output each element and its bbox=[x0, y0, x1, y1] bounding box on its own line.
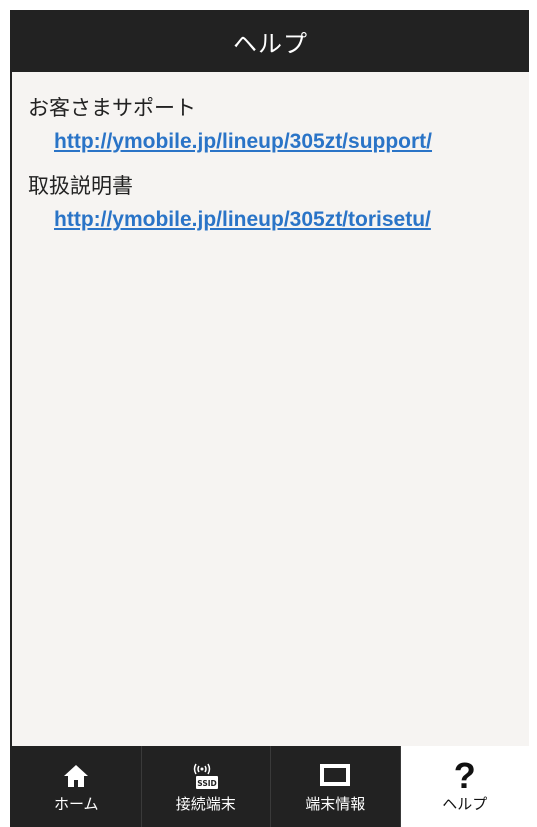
tab-connected-devices[interactable]: SSID 接続端末 bbox=[142, 746, 271, 827]
tab-home-label: ホーム bbox=[53, 794, 99, 813]
tab-help-label: ヘルプ bbox=[442, 794, 488, 813]
bottom-tab-bar: ホーム SSID 接続端末 端末情報 ? ヘルプ bbox=[12, 746, 529, 827]
home-icon bbox=[63, 761, 89, 791]
page-title: ヘルプ bbox=[233, 29, 308, 58]
tab-home[interactable]: ホーム bbox=[12, 746, 142, 827]
app-frame: ヘルプ お客さまサポート http://ymobile.jp/lineup/30… bbox=[10, 10, 529, 827]
tab-connected-devices-label: 接続端末 bbox=[175, 794, 236, 813]
tab-device-info[interactable]: 端末情報 bbox=[271, 746, 401, 827]
manual-link[interactable]: http://ymobile.jp/lineup/305zt/torisetu/ bbox=[54, 208, 431, 232]
header-bar: ヘルプ bbox=[12, 10, 529, 72]
manual-title: 取扱説明書 bbox=[28, 174, 133, 198]
manual-section: 取扱説明書 http://ymobile.jp/lineup/305zt/tor… bbox=[28, 170, 519, 232]
help-icon: ? bbox=[453, 754, 476, 796]
help-content: お客さまサポート http://ymobile.jp/lineup/305zt/… bbox=[28, 92, 519, 248]
ssid-icon-text: SSID bbox=[197, 779, 216, 788]
help-icon-glyph: ? bbox=[453, 754, 476, 796]
ssid-icon: SSID bbox=[188, 761, 224, 791]
support-section: お客さまサポート http://ymobile.jp/lineup/305zt/… bbox=[28, 92, 519, 154]
tab-device-info-label: 端末情報 bbox=[305, 794, 366, 813]
support-link[interactable]: http://ymobile.jp/lineup/305zt/support/ bbox=[54, 130, 432, 154]
support-title: お客さまサポート bbox=[28, 96, 196, 120]
tab-help[interactable]: ? ヘルプ bbox=[400, 746, 529, 827]
device-icon bbox=[320, 761, 351, 791]
